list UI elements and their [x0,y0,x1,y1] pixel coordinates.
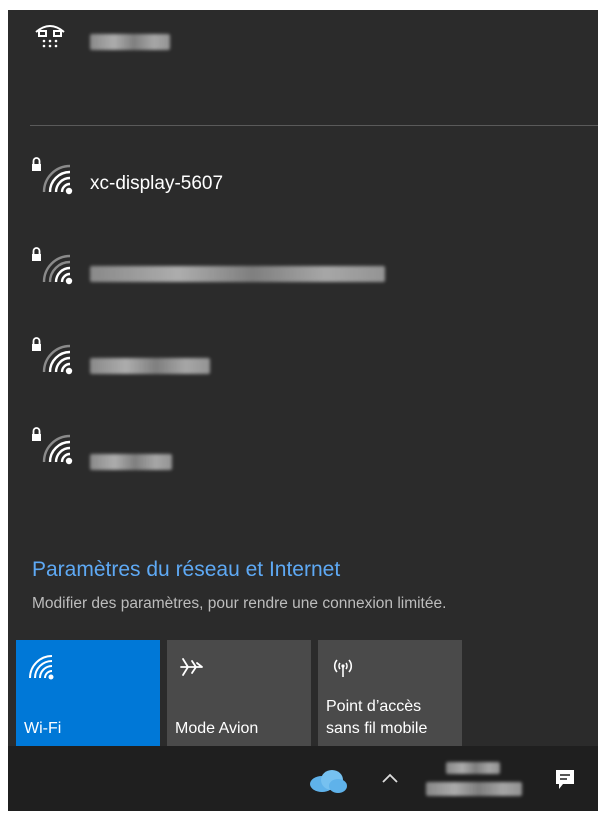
airplane-icon [177,652,207,682]
wifi-network-item[interactable] [8,328,598,416]
clock-time-blurred [446,762,500,774]
clock-date-blurred [426,782,522,796]
network-settings-description: Modifier des paramètres, pour rendre une… [32,595,447,612]
wifi-network-name: xc-display-5607 [90,173,224,194]
airplane-tile-label: Mode Avion [175,720,259,737]
hotspot-tile-label: Point d’accès sans fil mobile [326,698,428,737]
network-flyout: xc-display-5607 Paramètres du réseau et … [8,10,598,755]
airplane-mode-tile[interactable]: Mode Avion [167,640,311,748]
divider [30,125,598,126]
wifi-secured-icon [30,246,80,286]
taskbar [8,746,598,811]
hotspot-icon [328,652,358,682]
mobile-hotspot-tile[interactable]: Point d’accès sans fil mobile [318,640,462,748]
wifi-network-item[interactable]: xc-display-5607 [8,148,598,236]
wifi-secured-icon [30,336,80,376]
wifi-network-item[interactable] [8,238,598,326]
wifi-tile-label: Wi-Fi [24,720,62,737]
network-name-blurred [90,358,210,374]
wifi-secured-icon [30,426,80,466]
notifications-icon[interactable] [554,768,576,797]
wifi-toggle-tile[interactable]: Wi-Fi [16,640,160,748]
network-name-blurred [90,34,170,50]
network-name-blurred [90,266,385,282]
network-settings-link[interactable]: Paramètres du réseau et Internet [32,558,340,582]
network-row-ethernet[interactable] [8,10,598,98]
onedrive-cloud-icon[interactable] [308,766,348,799]
ethernet-icon [30,18,80,58]
wifi-network-item[interactable] [8,418,598,506]
chevron-up-icon[interactable] [380,770,400,791]
wifi-secured-icon [30,156,80,196]
wifi-icon [26,652,56,682]
network-name-blurred [90,454,172,470]
